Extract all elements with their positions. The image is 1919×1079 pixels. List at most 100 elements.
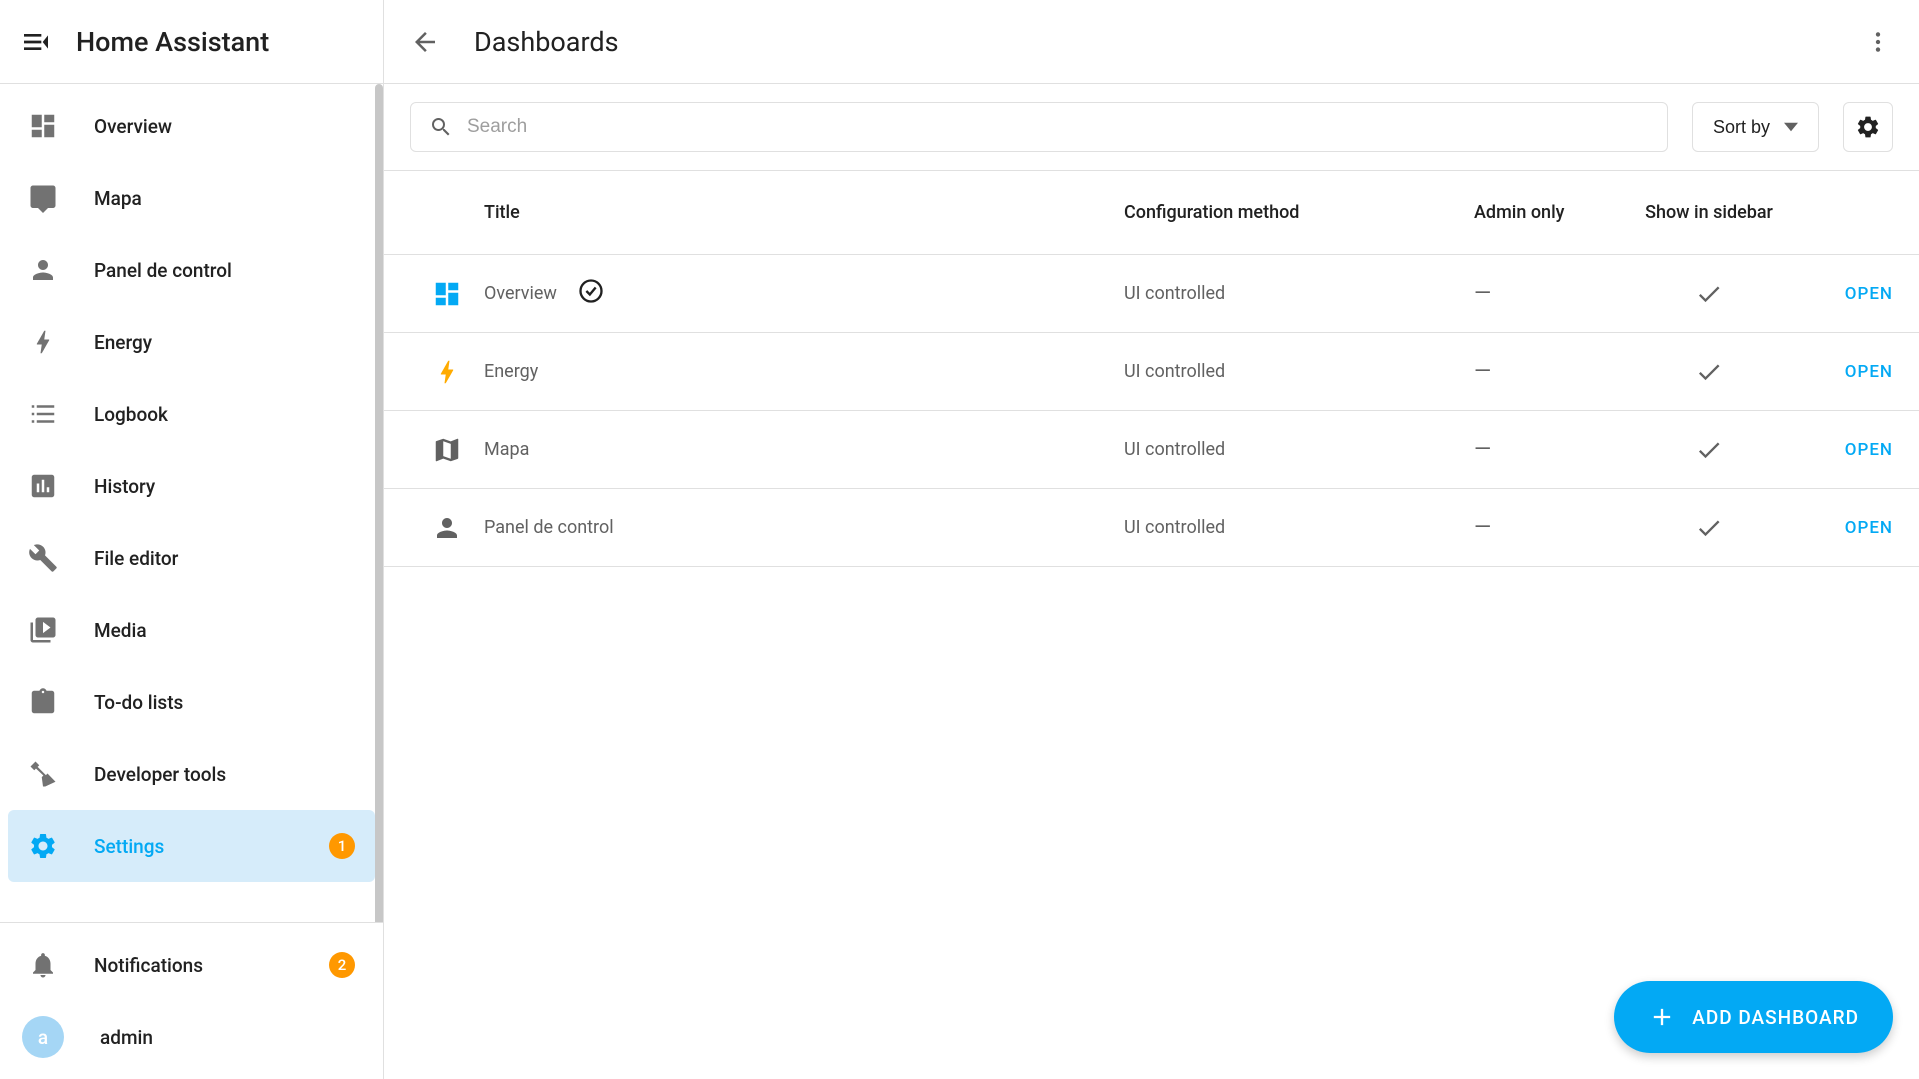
avatar: a: [22, 1016, 64, 1058]
add-dashboard-button[interactable]: ADD DASHBOARD: [1614, 981, 1893, 1053]
header-sidebar[interactable]: Show in sidebar: [1624, 202, 1794, 223]
sidebar-item-energy[interactable]: Energy: [8, 306, 375, 378]
gear-icon: [1855, 114, 1881, 140]
menu-toggle-button[interactable]: [20, 26, 52, 58]
sidebar-item-history[interactable]: History: [8, 450, 375, 522]
header-config[interactable]: Configuration method: [1124, 202, 1474, 223]
sidebar-item-label: Mapa: [94, 187, 355, 210]
map-icon: [410, 435, 484, 465]
open-button[interactable]: OPEN: [1845, 362, 1893, 382]
sidebar-item-to-do-lists[interactable]: To-do lists: [8, 666, 375, 738]
header-admin[interactable]: Admin only: [1474, 202, 1624, 223]
notifications-badge: 2: [329, 952, 355, 978]
clipboard-icon: [28, 687, 58, 717]
sort-label: Sort by: [1713, 117, 1770, 138]
sidebar-item-label: Developer tools: [94, 763, 355, 786]
overflow-menu-button[interactable]: [1863, 29, 1893, 55]
row-title: Panel de control: [484, 517, 1124, 538]
bolt-icon: [28, 327, 58, 357]
scrollbar[interactable]: [375, 84, 383, 922]
main-content: Dashboards Sort by Title Configuratio: [384, 0, 1919, 1079]
sidebar-item-label: History: [94, 475, 355, 498]
row-sidebar-check: [1624, 358, 1794, 386]
page-title: Dashboards: [474, 26, 1829, 58]
settings-button[interactable]: [1843, 102, 1893, 152]
open-button[interactable]: OPEN: [1845, 440, 1893, 460]
toolbar: Sort by: [384, 84, 1919, 171]
sidebar-item-label: Media: [94, 619, 355, 642]
sidebar-item-label: Logbook: [94, 403, 355, 426]
row-config: UI controlled: [1124, 439, 1474, 460]
map-speech-icon: [28, 183, 58, 213]
bolt-icon: [410, 357, 484, 387]
notifications-label: Notifications: [94, 954, 293, 977]
menu-icon: [20, 26, 52, 58]
table-row[interactable]: Overview UI controlled — OPEN: [384, 255, 1919, 333]
wrench-icon: [28, 543, 58, 573]
sidebar-item-label: File editor: [94, 547, 355, 570]
sort-button[interactable]: Sort by: [1692, 102, 1819, 152]
sidebar-nav: Overview Mapa Panel de control Energy Lo…: [0, 84, 383, 922]
open-button[interactable]: OPEN: [1845, 518, 1893, 538]
row-sidebar-check: [1624, 436, 1794, 464]
plus-icon: [1648, 1003, 1676, 1031]
row-config: UI controlled: [1124, 517, 1474, 538]
row-admin: —: [1474, 515, 1624, 540]
sidebar: Home Assistant Overview Mapa Panel de co…: [0, 0, 384, 1079]
row-sidebar-check: [1624, 514, 1794, 542]
sidebar-item-label: Overview: [94, 115, 355, 138]
table-row[interactable]: Energy UI controlled — OPEN: [384, 333, 1919, 411]
sidebar-item-logbook[interactable]: Logbook: [8, 378, 375, 450]
row-config: UI controlled: [1124, 283, 1474, 304]
person-icon: [28, 255, 58, 285]
sidebar-item-label: Panel de control: [94, 259, 355, 282]
default-check-icon: [577, 277, 605, 310]
chevron-down-icon: [1784, 120, 1798, 134]
sidebar-item-label: Energy: [94, 331, 355, 354]
chart-icon: [28, 471, 58, 501]
dots-vertical-icon: [1865, 29, 1891, 55]
sidebar-item-developer-tools[interactable]: Developer tools: [8, 738, 375, 810]
search-field[interactable]: [410, 102, 1668, 152]
row-title: Overview: [484, 277, 1124, 310]
search-icon: [429, 115, 453, 139]
row-sidebar-check: [1624, 280, 1794, 308]
row-admin: —: [1474, 437, 1624, 462]
dashboards-table: Title Configuration method Admin only Sh…: [384, 171, 1919, 567]
row-title: Mapa: [484, 439, 1124, 460]
sidebar-item-label: Settings: [94, 835, 293, 858]
gear-icon: [28, 831, 58, 861]
list-icon: [28, 399, 58, 429]
sidebar-item-file-editor[interactable]: File editor: [8, 522, 375, 594]
open-button[interactable]: OPEN: [1845, 284, 1893, 304]
table-row[interactable]: Panel de control UI controlled — OPEN: [384, 489, 1919, 567]
sidebar-item-overview[interactable]: Overview: [8, 90, 375, 162]
row-admin: —: [1474, 359, 1624, 384]
app-title: Home Assistant: [76, 26, 269, 58]
sidebar-item-media[interactable]: Media: [8, 594, 375, 666]
sidebar-footer: Notifications 2 a admin: [0, 922, 383, 1079]
search-input[interactable]: [467, 116, 1649, 138]
play-icon: [28, 615, 58, 645]
hammer-icon: [28, 759, 58, 789]
sidebar-item-label: To-do lists: [94, 691, 355, 714]
sidebar-item-panel-de-control[interactable]: Panel de control: [8, 234, 375, 306]
bell-icon: [28, 950, 58, 980]
sidebar-item-settings[interactable]: Settings 1: [8, 810, 375, 882]
dashboard-icon: [410, 279, 484, 309]
row-title: Energy: [484, 361, 1124, 382]
sidebar-item-notifications[interactable]: Notifications 2: [8, 929, 375, 1001]
header-title[interactable]: Title: [484, 202, 1124, 223]
topbar: Dashboards: [384, 0, 1919, 84]
sidebar-header: Home Assistant: [0, 0, 383, 84]
sidebar-item-mapa[interactable]: Mapa: [8, 162, 375, 234]
row-admin: —: [1474, 281, 1624, 306]
row-config: UI controlled: [1124, 361, 1474, 382]
user-name: admin: [100, 1026, 153, 1049]
table-header: Title Configuration method Admin only Sh…: [384, 171, 1919, 255]
table-row[interactable]: Mapa UI controlled — OPEN: [384, 411, 1919, 489]
person-icon: [410, 513, 484, 543]
sidebar-user[interactable]: a admin: [8, 1001, 375, 1073]
arrow-left-icon: [410, 27, 440, 57]
back-button[interactable]: [410, 27, 440, 57]
